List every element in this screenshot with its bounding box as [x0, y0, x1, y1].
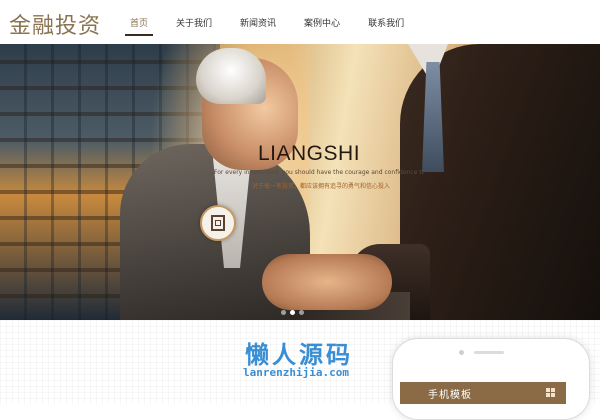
banner-subtitle-cn: 对于每一笔投资，都应该拥有追寻的勇气和信心投入 — [252, 183, 391, 190]
nav-item-cases[interactable]: 案例中心 — [290, 0, 354, 44]
watermark-text-en: lanrenzhijia.com — [243, 366, 349, 379]
phone-camera-icon — [459, 350, 464, 355]
banner-hair — [196, 48, 266, 104]
phone-speaker-icon — [474, 351, 504, 354]
banner-subtitle-en: For every investment, you should have th… — [214, 169, 424, 176]
banner-pagination — [281, 310, 304, 315]
phone-screen-header — [400, 382, 566, 404]
hero-banner[interactable]: LIANGSHI For every investment, you shoul… — [0, 44, 600, 320]
nav-item-home[interactable]: 首页 — [116, 0, 162, 44]
banner-dot-2[interactable] — [290, 310, 295, 315]
nav-item-contact[interactable]: 联系我们 — [354, 0, 418, 44]
banner-title: LIANGSHI — [258, 142, 361, 165]
site-logo[interactable]: 金融投资 — [9, 8, 101, 40]
watermark-text-cn: 懒人源码 — [245, 341, 353, 369]
main-nav: 首页 关于我们 新闻资讯 案例中心 联系我们 — [116, 0, 418, 44]
grid-menu-icon[interactable] — [546, 388, 555, 397]
banner-dot-1[interactable] — [281, 310, 286, 315]
nav-item-about[interactable]: 关于我们 — [162, 0, 226, 44]
banner-dot-3[interactable] — [299, 310, 304, 315]
phone-screen-title: 手机模板 — [428, 390, 472, 401]
banner-handshake — [262, 254, 392, 310]
nav-item-news[interactable]: 新闻资讯 — [226, 0, 290, 44]
logo-seal-icon[interactable] — [200, 205, 236, 241]
site-header: 金融投资 首页 关于我们 新闻资讯 案例中心 联系我们 — [0, 0, 600, 44]
